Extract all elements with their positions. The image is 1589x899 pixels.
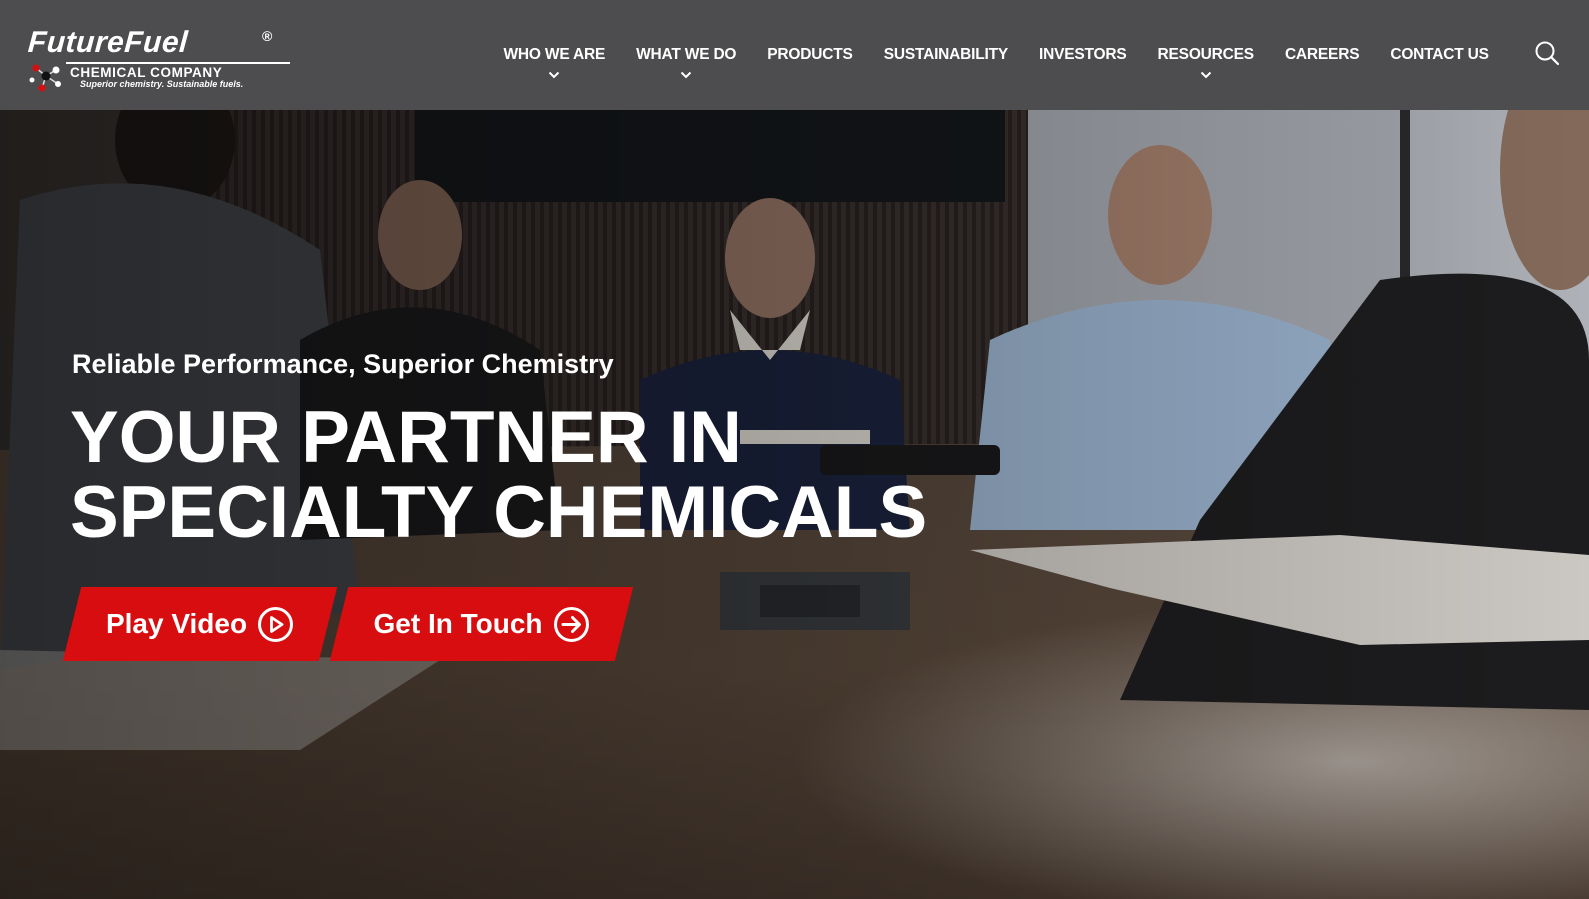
nav-label: RESOURCES [1157, 46, 1255, 63]
nav-item-who-we-are[interactable]: WHO WE ARE [488, 0, 621, 110]
nav-item-resources[interactable]: RESOURCES [1142, 0, 1269, 110]
hero-headline: YOUR PARTNER IN SPECIALTY CHEMICALS [70, 400, 970, 550]
logo-wordmark: FutureFuel [26, 26, 190, 59]
play-video-label: Play Video [105, 608, 248, 639]
nav-item-investors[interactable]: INVESTORS [1024, 0, 1143, 110]
nav-item-what-we-do[interactable]: WHAT WE DO [621, 0, 752, 110]
search-icon[interactable] [1534, 40, 1560, 66]
play-video-button[interactable]: Play Video [62, 587, 338, 661]
nav-label: CAREERS [1284, 46, 1360, 63]
logo-rule [66, 62, 290, 64]
chevron-down-icon[interactable] [680, 71, 692, 79]
arrow-right-circle-icon [553, 606, 589, 642]
nav-item-careers[interactable]: CAREERS [1269, 0, 1374, 110]
main-nav: WHO WE ARE WHAT WE DO PRODUCTS SUSTAINAB… [488, 0, 1504, 110]
hero-headline-line1: YOUR PARTNER IN [70, 397, 742, 478]
molecule-icon [29, 64, 61, 92]
nav-item-sustainability[interactable]: SUSTAINABILITY [868, 0, 1023, 110]
get-in-touch-button[interactable]: Get In Touch [329, 587, 634, 661]
nav-label: INVESTORS [1039, 46, 1127, 63]
logo-tagline: Superior chemistry. Sustainable fuels. [80, 79, 244, 89]
nav-label: WHAT WE DO [636, 46, 737, 63]
chevron-down-icon[interactable] [1200, 71, 1212, 79]
hero-headline-line2: SPECIALTY CHEMICALS [70, 472, 928, 553]
get-in-touch-label: Get In Touch [373, 608, 543, 639]
nav-label: WHO WE ARE [503, 46, 606, 63]
nav-item-contact-us[interactable]: CONTACT US [1375, 0, 1504, 110]
futurefuel-logo[interactable]: FutureFuel ® CHEMICAL COMPANY Superior c… [26, 26, 290, 94]
nav-label: CONTACT US [1390, 46, 1489, 63]
nav-label: SUSTAINABILITY [883, 46, 1009, 63]
page: FutureFuel ® CHEMICAL COMPANY Superior c… [0, 0, 1589, 899]
play-circle-icon [258, 606, 294, 642]
hero-eyebrow: Reliable Performance, Superior Chemistry [72, 349, 614, 379]
site-header: FutureFuel ® CHEMICAL COMPANY Superior c… [0, 0, 1589, 110]
nav-label: PRODUCTS [767, 46, 853, 63]
chevron-down-icon[interactable] [548, 71, 560, 79]
logo-registered-mark: ® [262, 28, 273, 44]
hero-section: Reliable Performance, Superior Chemistry… [0, 110, 1589, 899]
nav-item-products[interactable]: PRODUCTS [752, 0, 868, 110]
